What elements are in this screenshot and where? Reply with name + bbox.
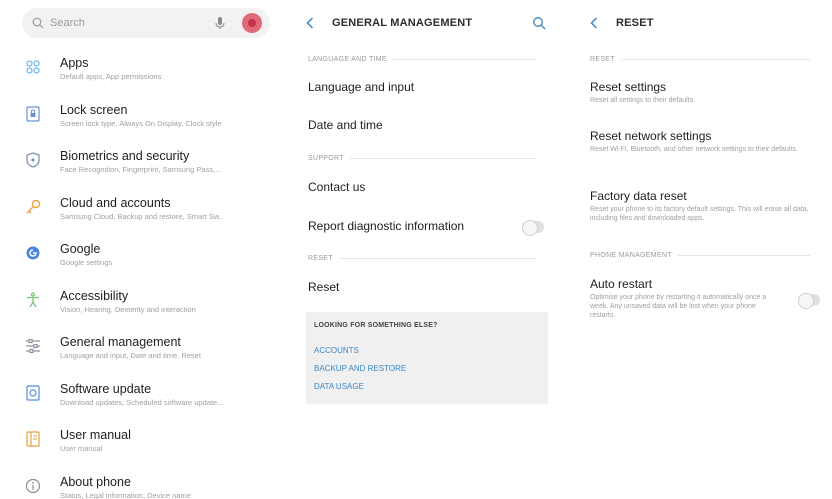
reset-panel: RESET RESET Reset settings Reset all set… [572,0,832,499]
search-icon [30,15,46,31]
page-title: GENERAL MANAGEMENT [332,17,473,29]
info-icon [24,477,42,495]
settings-item-subtitle: Face Recognition, Fingerprint, Samsung P… [60,165,222,174]
reset-network-subtitle: Reset Wi-Fi, Bluetooth, and other networ… [590,146,798,153]
settings-item-subtitle: Language and input, Date and time, Reset [60,351,201,360]
looking-for-title: LOOKING FOR SOMETHING ELSE? [314,322,438,329]
link-data-usage[interactable]: DATA USAGE [314,382,364,391]
auto-restart-item[interactable]: Auto restart Optimise your phone by rest… [590,277,780,320]
report-diagnostic-item[interactable]: Report diagnostic information [308,219,464,233]
settings-item-accessibility[interactable]: Accessibility Vision, Hearing, Dexterity… [0,285,282,332]
settings-item-title: Lock screen [60,102,128,117]
settings-item-title: About phone [60,474,131,489]
user-manual-icon [24,430,42,448]
reset-settings-item[interactable]: Reset settings Reset all settings to the… [590,80,826,105]
settings-panel: Search Apps Default apps, App permission… [0,0,282,499]
settings-item-title: Accessibility [60,288,129,303]
contact-us-item[interactable]: Contact us [308,180,365,194]
reset-item[interactable]: Reset [308,280,339,294]
google-icon [24,244,42,262]
section-support: SUPPORT [308,155,536,162]
software-update-icon [24,384,42,402]
reset-network-item[interactable]: Reset network settings Reset Wi-Fi, Blue… [590,129,826,154]
link-backup-restore[interactable]: BACKUP AND RESTORE [314,364,406,373]
settings-item-biometrics[interactable]: Biometrics and security Face Recognition… [0,145,282,192]
settings-item-lock-screen[interactable]: Lock screen Screen lock type, Always On … [0,99,282,146]
settings-item-general-management[interactable]: General management Language and input, D… [0,331,282,378]
auto-restart-subtitle: Optimise your phone by restarting it aut… [590,294,767,319]
settings-menu: Apps Default apps, App permissions Lock … [0,52,282,499]
settings-item-about-phone[interactable]: About phone Status, Legal information, D… [0,471,282,499]
reset-settings-title: Reset settings [590,80,667,94]
settings-item-title: User manual [60,428,131,442]
general-management-panel: GENERAL MANAGEMENT LANGUAGE AND TIME Lan… [288,0,556,499]
language-input-item[interactable]: Language and input [308,80,414,94]
factory-reset-title: Factory data reset [590,189,687,203]
section-phone-management: PHONE MANAGEMENT [590,252,810,259]
shield-icon [24,151,42,169]
general-header: GENERAL MANAGEMENT [288,0,556,46]
date-time-item[interactable]: Date and time [308,118,383,132]
apps-icon [24,58,42,76]
settings-item-title: Cloud and accounts [60,195,171,210]
lock-screen-icon [24,105,42,123]
settings-item-subtitle: Default apps, App permissions [60,72,162,81]
settings-item-title: Biometrics and security [60,149,190,163]
key-icon [24,198,42,216]
settings-item-user-manual[interactable]: User manual User manual [0,424,282,471]
reset-network-title: Reset network settings [590,129,712,143]
reset-header: RESET [572,0,832,46]
settings-item-cloud[interactable]: Cloud and accounts Samsung Cloud, Backup… [0,192,282,239]
search-icon[interactable] [532,16,546,30]
sliders-icon [24,337,42,355]
factory-reset-subtitle: Reset your phone to its factory default … [590,206,809,222]
accessibility-icon [24,291,42,309]
settings-item-google[interactable]: Google Google settings [0,238,282,285]
auto-restart-toggle[interactable] [798,293,820,309]
settings-item-subtitle: Status, Legal information, Device name [60,490,191,499]
looking-for-something-else-box: LOOKING FOR SOMETHING ELSE? ACCOUNTS BAC… [306,312,548,404]
avatar[interactable] [242,13,262,33]
settings-item-subtitle: User manual [60,444,103,453]
settings-item-title: Apps [60,56,89,70]
settings-item-subtitle: Vision, Hearing, Dexterity and interacti… [60,304,196,314]
report-diagnostic-toggle[interactable] [522,220,544,236]
settings-item-subtitle: Google settings [60,258,113,267]
back-arrow-icon[interactable] [590,16,602,30]
settings-item-subtitle: Samsung Cloud, Backup and restore, Smart… [60,211,226,221]
microphone-icon[interactable] [212,15,228,31]
factory-reset-item[interactable]: Factory data reset Reset your phone to i… [590,189,826,223]
reset-settings-subtitle: Reset all settings to their defaults. [590,97,696,104]
section-reset: RESET [308,255,536,262]
settings-item-apps[interactable]: Apps Default apps, App permissions [0,52,282,99]
link-accounts[interactable]: ACCOUNTS [314,346,359,355]
settings-item-subtitle: Screen lock type, Always On Display, Clo… [60,118,222,128]
page-title: RESET [616,17,654,29]
search-bar[interactable]: Search [22,8,270,38]
settings-item-title: Software update [60,381,152,396]
back-arrow-icon[interactable] [306,16,318,30]
settings-item-title: General management [60,335,181,349]
auto-restart-title: Auto restart [590,277,653,291]
section-reset: RESET [590,56,810,63]
settings-item-software-update[interactable]: Software update Download updates, Schedu… [0,378,282,425]
section-language-time: LANGUAGE AND TIME [308,56,536,63]
search-input[interactable]: Search [50,17,212,29]
settings-item-title: Google [60,242,101,256]
settings-item-subtitle: Download updates, Scheduled software upd… [60,397,224,407]
